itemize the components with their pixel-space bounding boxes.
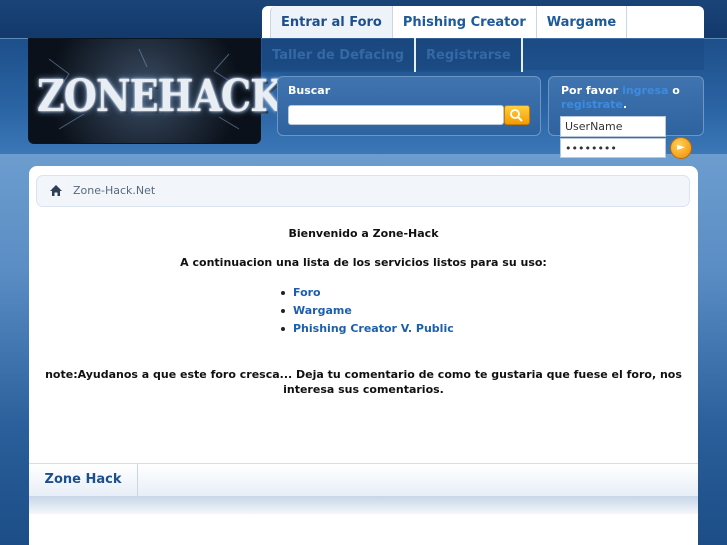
login-message: Por favor ingresa o registrate. xyxy=(561,84,699,112)
breadcrumb-current[interactable]: Zone-Hack.Net xyxy=(73,184,155,197)
home-icon[interactable] xyxy=(49,184,63,197)
search-icon xyxy=(510,109,523,122)
welcome-heading: Bienvenido a Zone-Hack xyxy=(288,227,439,240)
service-link-wargame[interactable]: Wargame xyxy=(281,302,454,320)
password-input[interactable] xyxy=(560,138,666,158)
footer-tab-zone-hack[interactable]: Zone Hack xyxy=(29,464,138,497)
search-button[interactable] xyxy=(504,105,530,125)
login-suffix: . xyxy=(622,98,628,111)
login-middle: o xyxy=(672,84,680,97)
bottom-bar xyxy=(29,496,698,514)
search-label: Buscar xyxy=(288,84,331,97)
tab-registrarse[interactable]: Registrarse xyxy=(416,38,523,72)
arrow-right-icon: ► xyxy=(677,142,685,153)
tab-taller-de-defacing[interactable]: Taller de Defacing xyxy=(262,38,417,72)
note-text: note:Ayudanos a que este foro cresca... … xyxy=(45,368,682,396)
search-input[interactable] xyxy=(288,105,504,125)
service-link-foro[interactable]: Foro xyxy=(281,284,454,302)
intro-text: A continuacion una lista de los servicio… xyxy=(180,256,547,269)
search-box: Buscar xyxy=(277,76,541,136)
login-prefix: Por favor xyxy=(561,84,619,97)
site-logo[interactable]: ZONEHACK xyxy=(28,38,283,144)
content-panel: Zone-Hack.Net Bienvenido a Zone-Hack A c… xyxy=(29,166,698,463)
footer-nav: Zone Hack xyxy=(29,463,698,497)
services-list: Foro Wargame Phishing Creator V. Public xyxy=(281,284,454,338)
login-submit-button[interactable]: ► xyxy=(670,137,692,159)
tab-phishing-creator[interactable]: Phishing Creator xyxy=(393,6,537,38)
tab-entrar-al-foro[interactable]: Entrar al Foro xyxy=(270,6,393,38)
username-input[interactable] xyxy=(560,116,666,137)
register-link[interactable]: registrate xyxy=(561,98,623,111)
tab-wargame[interactable]: Wargame xyxy=(537,6,628,38)
secondary-nav: Taller de Defacing Registrarse xyxy=(262,38,523,72)
breadcrumb: Zone-Hack.Net xyxy=(36,175,690,207)
service-link-phishing-creator[interactable]: Phishing Creator V. Public xyxy=(281,320,454,338)
main-nav: Entrar al Foro Phishing Creator Wargame xyxy=(262,6,704,38)
login-link[interactable]: ingresa xyxy=(622,84,668,97)
logo-text: ZONEHACK xyxy=(37,69,283,122)
